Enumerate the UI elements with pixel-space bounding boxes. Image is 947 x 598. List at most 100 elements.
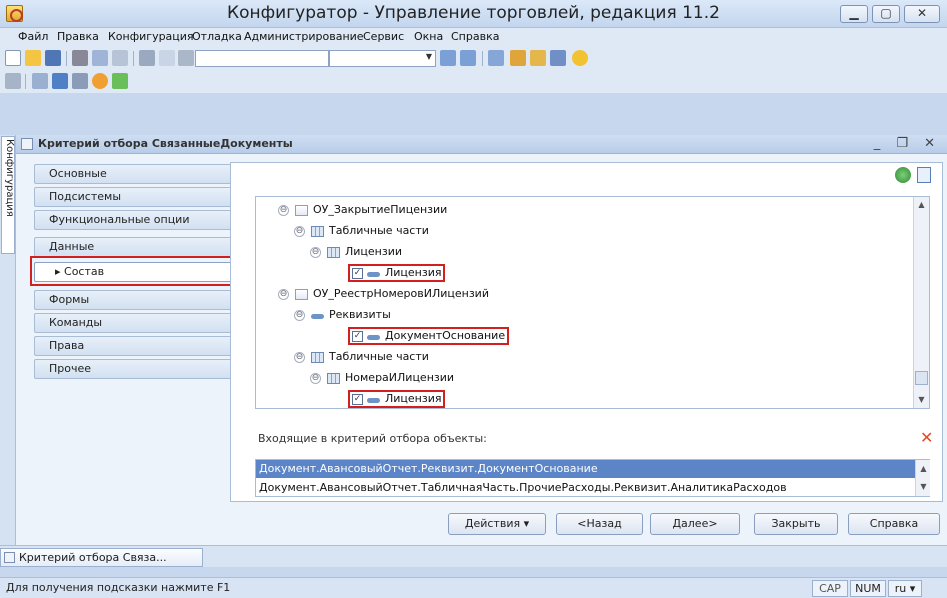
cut-icon[interactable] <box>72 50 88 66</box>
menu-debug[interactable]: Отладка <box>192 30 242 43</box>
dialog-title-bar: Критерий отбора СвязанныеДокументы _ ❐ ✕ <box>16 135 947 154</box>
checkbox[interactable]: ✓ <box>352 330 363 342</box>
collapse-icon[interactable]: ⊖ <box>278 288 289 300</box>
delete-icon[interactable]: ✕ <box>920 428 933 447</box>
tree-node-label: ОУ_ЗакрытиеПицензии <box>313 203 448 216</box>
collapse-icon[interactable]: ⊖ <box>278 204 289 216</box>
edit-icon[interactable] <box>895 167 911 183</box>
tree-node[interactable]: ⊖ Табличные части <box>256 348 911 366</box>
collapse-icon[interactable]: ⊖ <box>310 246 321 258</box>
print-icon[interactable] <box>139 50 155 66</box>
config-icon[interactable] <box>5 73 21 89</box>
attribute-icon <box>367 398 380 403</box>
table-icon <box>311 351 324 363</box>
collapse-icon[interactable]: ⊖ <box>294 309 305 321</box>
window-list-icon[interactable] <box>72 73 88 89</box>
collapse-icon[interactable]: ⊖ <box>294 351 305 363</box>
checkbox[interactable]: ✓ <box>352 267 363 279</box>
db-icon[interactable] <box>52 73 68 89</box>
nav-tab-commands[interactable]: Команды <box>34 313 230 333</box>
nav-tab-functional-options[interactable]: Функциональные опции <box>34 210 230 230</box>
tools-icon[interactable] <box>510 50 526 66</box>
scroll-up-icon[interactable]: ▲ <box>916 461 931 476</box>
highlight-box: ✓ Лицензия <box>348 264 446 282</box>
nav-tab-main[interactable]: Основные <box>34 164 230 184</box>
collapse-icon[interactable]: ⊖ <box>310 372 321 384</box>
new-icon[interactable] <box>5 50 21 66</box>
tree-node[interactable]: ⊖ НомераИЛицензии <box>256 369 911 387</box>
table-icon <box>311 225 324 237</box>
menu-edit[interactable]: Правка <box>57 30 99 43</box>
tree-node[interactable]: ✓ ДокументОснование <box>256 327 911 345</box>
find-next-icon[interactable] <box>460 50 476 66</box>
tree-node[interactable]: ✓ Лицензия <box>256 264 911 282</box>
nav-tab-subsystems[interactable]: Подсистемы <box>34 187 230 207</box>
actions-button[interactable]: Действия ▾ <box>448 513 546 535</box>
window-icon[interactable] <box>488 50 504 66</box>
close-button[interactable]: ✕ <box>904 5 940 23</box>
menu-windows[interactable]: Окна <box>414 30 443 43</box>
tree-scrollbar[interactable]: ▲ ▼ <box>913 197 929 408</box>
undo-icon[interactable] <box>178 50 194 66</box>
scroll-down-icon[interactable]: ▼ <box>916 479 931 494</box>
tree-node[interactable]: ✓ Лицензия <box>256 390 911 408</box>
maximize-button[interactable]: ▢ <box>872 5 900 23</box>
tree-node[interactable]: ⊖ Реквизиты <box>256 306 911 324</box>
back-button[interactable]: <Назад <box>556 513 643 535</box>
nav-tab-forms[interactable]: Формы <box>34 290 230 310</box>
update-icon[interactable] <box>32 73 48 89</box>
scroll-down-icon[interactable]: ▼ <box>914 392 929 407</box>
syntax-icon[interactable] <box>530 50 546 66</box>
debug-icon[interactable] <box>112 73 128 89</box>
open-icon[interactable] <box>25 50 41 66</box>
run-icon[interactable] <box>92 73 108 89</box>
reference-icon[interactable] <box>550 50 566 66</box>
tree-node-label: Лицензии <box>345 245 403 258</box>
save-icon[interactable] <box>45 50 61 66</box>
tree-node[interactable]: ⊖ ОУ_ЗакрытиеПицензии <box>256 201 911 219</box>
menu-file[interactable]: Файл <box>18 30 48 43</box>
tree-node-label: ОУ_РеестрНомеровИЛицензий <box>313 287 489 300</box>
tree-node-label: Лицензия <box>385 266 442 279</box>
nav-tab-rights[interactable]: Права <box>34 336 230 356</box>
num-indicator: NUM <box>850 580 886 597</box>
dialog-window-controls[interactable]: _ ❐ ✕ <box>874 136 941 151</box>
list-scrollbar[interactable]: ▲ ▼ <box>915 460 930 496</box>
checkbox[interactable]: ✓ <box>352 393 363 405</box>
nav-tab-other[interactable]: Прочее <box>34 359 230 379</box>
menu-service[interactable]: Сервис <box>363 30 404 43</box>
info-icon[interactable] <box>572 50 588 66</box>
close-dialog-button[interactable]: Закрыть <box>754 513 838 535</box>
configuration-side-tab[interactable]: Конфигурация <box>1 136 15 254</box>
list-item[interactable]: Документ.АвансовыйОтчет.ТабличнаяЧасть.П… <box>256 479 915 497</box>
incoming-objects-list[interactable]: Документ.АвансовыйОтчет.Реквизит.Докумен… <box>255 459 930 497</box>
paste-icon[interactable] <box>112 50 128 66</box>
collapse-icon[interactable]: ⊖ <box>294 225 305 237</box>
tree-node-label: ДокументОснование <box>385 329 506 342</box>
find-icon[interactable] <box>440 50 456 66</box>
help-button[interactable]: Справка <box>848 513 940 535</box>
list-item[interactable]: Документ.АвансовыйОтчет.Реквизит.Докумен… <box>256 460 915 478</box>
copy-toolbar-icon[interactable] <box>92 50 108 66</box>
incoming-objects-label: Входящие в критерий отбора объекты: <box>258 432 487 445</box>
menu-configuration[interactable]: Конфигурация <box>108 30 194 43</box>
language-indicator[interactable]: ru ▾ <box>888 580 922 597</box>
tree-node[interactable]: ⊖ Лицензии <box>256 243 911 261</box>
copy-icon[interactable] <box>917 167 931 183</box>
attribute-icon <box>311 314 324 319</box>
scroll-thumb[interactable] <box>915 371 928 385</box>
tree-node-label: Реквизиты <box>329 308 391 321</box>
search-input[interactable] <box>195 50 329 67</box>
tree-node[interactable]: ⊖ ОУ_РеестрНомеровИЛицензий <box>256 285 911 303</box>
taskbar-item[interactable]: Критерий отбора Связа... <box>0 548 203 567</box>
nav-tab-data[interactable]: Данные <box>34 237 230 257</box>
next-button[interactable]: Далее> <box>650 513 740 535</box>
minimize-button[interactable]: ▁ <box>840 5 868 23</box>
tree-node[interactable]: ⊖ Табличные части <box>256 222 911 240</box>
scroll-up-icon[interactable]: ▲ <box>914 197 929 212</box>
table-icon <box>327 246 340 258</box>
menu-help[interactable]: Справка <box>451 30 499 43</box>
preview-icon[interactable] <box>159 50 175 66</box>
search-combo[interactable] <box>329 50 436 67</box>
menu-administration[interactable]: Администрирование <box>244 30 364 43</box>
